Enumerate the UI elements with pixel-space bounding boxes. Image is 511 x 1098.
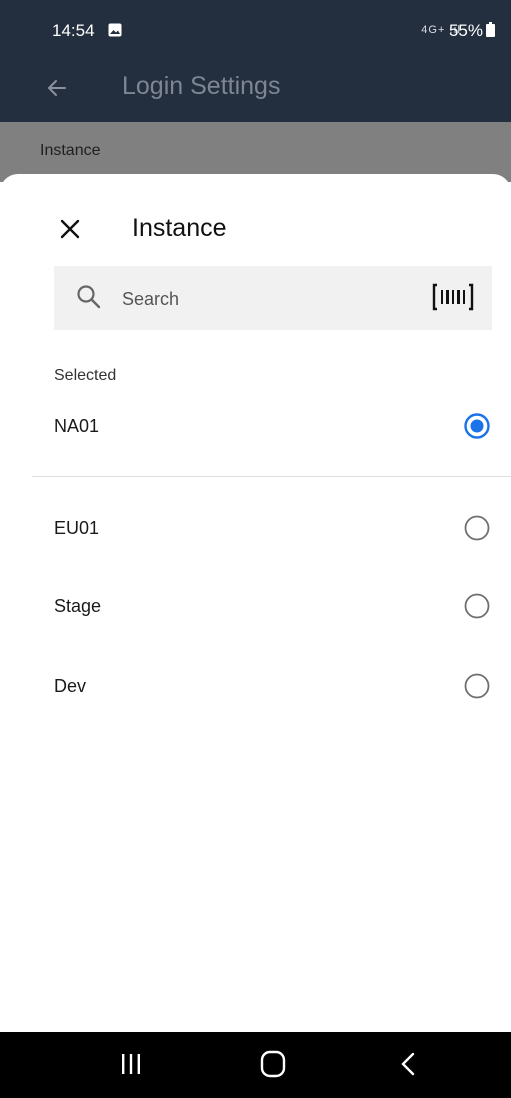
recent-apps-icon[interactable] (120, 1052, 142, 1081)
gallery-notification-icon (108, 23, 122, 42)
selected-group-label: Selected (54, 367, 117, 384)
radio-selected-icon[interactable] (463, 412, 491, 440)
instance-section-header: Instance (0, 122, 511, 182)
instance-bottom-sheet: Instance Selected NA01 (0, 174, 511, 1096)
battery-percentage: 55% (448, 21, 483, 40)
system-navigation-bar (0, 1032, 511, 1098)
option-label: EU01 (54, 518, 100, 538)
radio-unselected-icon[interactable] (463, 514, 491, 542)
option-eu01[interactable]: EU01 (0, 500, 511, 560)
option-na01[interactable]: NA01 (0, 398, 511, 458)
barcode-scan-icon[interactable] (432, 282, 474, 317)
arrow-left-icon[interactable] (45, 76, 69, 105)
radio-unselected-icon[interactable] (463, 592, 491, 620)
search-input[interactable] (120, 284, 404, 314)
app-bar: Login Settings (0, 58, 511, 122)
status-bar: 14:54 4G+ .ıl 55% (0, 0, 511, 58)
section-label: Instance (40, 142, 101, 159)
chevron-left-icon[interactable] (400, 1052, 416, 1081)
radio-unselected-icon[interactable] (463, 672, 491, 700)
battery-icon (486, 22, 495, 42)
option-stage[interactable]: Stage (0, 578, 511, 638)
sheet-title: Instance (132, 214, 227, 242)
home-icon[interactable] (260, 1050, 286, 1083)
status-time: 14:54 (52, 21, 95, 40)
option-label: NA01 (54, 416, 100, 436)
option-label: Dev (54, 676, 87, 696)
search-box[interactable] (54, 266, 492, 330)
search-icon (76, 284, 102, 315)
option-label: Stage (54, 596, 102, 616)
option-dev[interactable]: Dev (0, 658, 511, 718)
close-icon[interactable] (60, 219, 80, 244)
page-title: Login Settings (122, 72, 281, 100)
divider (32, 476, 511, 477)
